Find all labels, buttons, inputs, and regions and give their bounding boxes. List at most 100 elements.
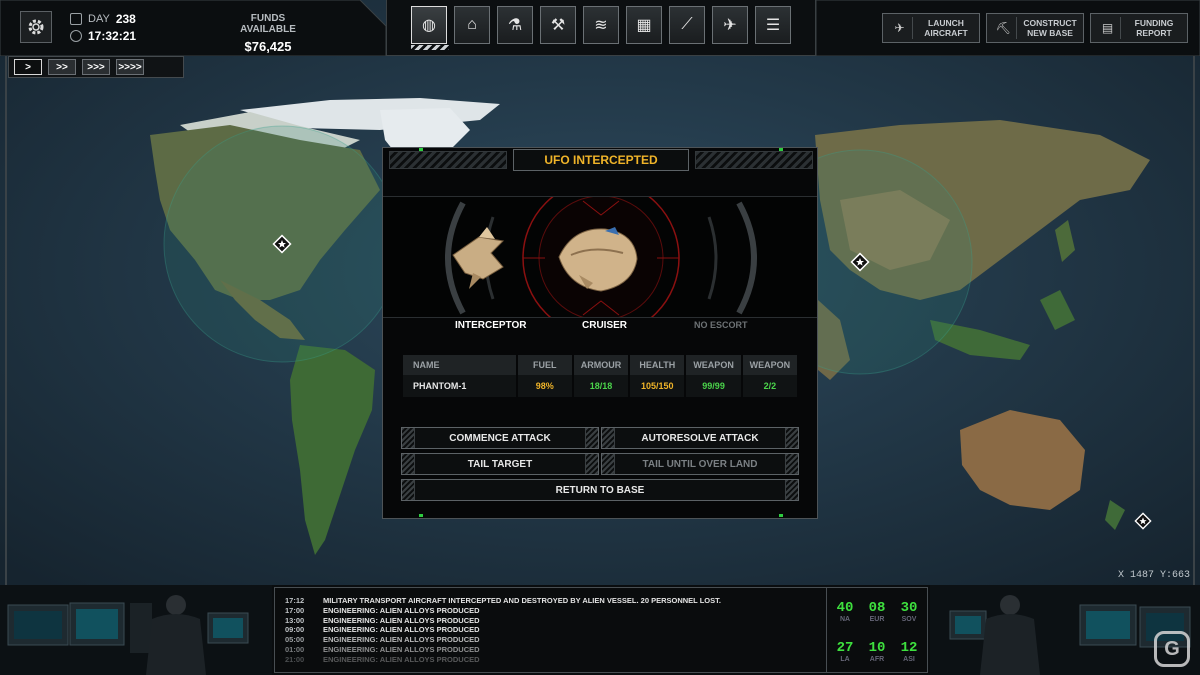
game-time: 17:32:21: [88, 28, 137, 43]
tab-engineering[interactable]: ⚒: [540, 6, 576, 44]
status-led: [779, 514, 783, 517]
tab-hangar[interactable]: ⌂: [454, 6, 490, 44]
target-label: CRUISER: [582, 320, 628, 331]
base-star-icon: [850, 252, 870, 272]
region-asi[interactable]: 12 ASI: [893, 640, 925, 663]
log-time: 05:00: [285, 635, 305, 645]
filing-cabinet-icon: ☰: [765, 17, 781, 34]
log-time: 13:00: [285, 615, 305, 625]
funding-report-button[interactable]: ▤ FUNDING REPORT: [1090, 13, 1188, 43]
tab-stores[interactable]: ▦: [626, 6, 662, 44]
log-entry: 05:00 ENGINEERING: ALIEN ALLOYS PRODUCED: [285, 635, 827, 645]
region-code: EUR: [869, 616, 885, 623]
log-time: 21:00: [285, 654, 305, 664]
escort-label: NO ESCORT: [694, 320, 748, 330]
speed-2-button[interactable]: >>: [48, 59, 76, 75]
log-message: ENGINEERING: ALIEN ALLOYS PRODUCED: [323, 635, 480, 645]
region-afr[interactable]: 10 AFR: [861, 640, 893, 663]
status-led: [779, 148, 783, 151]
jet-icon: ✈: [723, 17, 737, 34]
calendar-icon: [70, 12, 82, 25]
hangar-icon: ⌂: [467, 16, 477, 33]
region-value: 40: [836, 600, 854, 616]
table-header-row: NAME FUEL ARMOUR HEALTH WEAPON WEAPON: [403, 355, 797, 375]
log-message: MILITARY TRANSPORT AIRCRAFT INTERCEPTED …: [323, 596, 721, 605]
armour-value: 18/18: [573, 375, 629, 397]
status-led: [419, 148, 423, 151]
region-sov[interactable]: 30 SOV: [893, 600, 925, 623]
wrench-icon: ⚒: [550, 17, 566, 34]
region-value: 08: [868, 600, 886, 616]
funds-value: $76,425: [244, 39, 292, 54]
plane-takeoff-icon: ✈: [887, 17, 913, 39]
combat-scene: [383, 197, 817, 317]
log-entry: 09:00 ENGINEERING: ALIEN ALLOYS PRODUCED: [285, 625, 827, 635]
tab-reports[interactable]: ☰: [755, 6, 791, 44]
tab-geoscape[interactable]: ◍: [411, 6, 447, 44]
interceptor-label: INTERCEPTOR: [455, 320, 527, 331]
construct-base-label: CONSTRUCT NEW BASE: [1023, 18, 1077, 38]
base-marker-new-zealand[interactable]: [1134, 512, 1152, 530]
tail-target-button[interactable]: TAIL TARGET: [401, 453, 599, 475]
funding-report-label: FUNDING REPORT: [1134, 18, 1174, 38]
log-message: ENGINEERING: ALIEN ALLOYS PRODUCED: [323, 654, 480, 664]
region-value: 30: [900, 600, 918, 616]
main-nav: ◍ ⌂ ⚗ ⚒ ≋ ▦ ⟋ ✈ ☰: [386, 0, 816, 56]
construct-base-button[interactable]: ⛏ CONSTRUCT NEW BASE: [986, 13, 1084, 43]
region-eur[interactable]: 08 EUR: [861, 600, 893, 623]
autoresolve-attack-button[interactable]: AUTORESOLVE ATTACK: [601, 427, 799, 449]
crates-icon: ▦: [636, 17, 652, 34]
weapon1-value: 99/99: [686, 375, 741, 397]
region-code: LA: [840, 656, 850, 663]
left-operator-station: [0, 585, 272, 675]
column-header: FUEL: [517, 355, 572, 375]
tab-armory[interactable]: ⟋: [669, 6, 705, 44]
return-to-base-button[interactable]: RETURN TO BASE: [401, 479, 799, 501]
column-header: NAME: [403, 355, 516, 375]
launch-aircraft-button[interactable]: ✈ LAUNCH AIRCRAFT: [882, 13, 980, 43]
header-hatch-left: [389, 151, 507, 169]
globe-icon: ◍: [422, 17, 436, 34]
speed-3-button[interactable]: >>>: [82, 59, 110, 75]
log-message: ENGINEERING: ALIEN ALLOYS PRODUCED: [323, 605, 480, 615]
commence-attack-button[interactable]: COMMENCE ATTACK: [401, 427, 599, 449]
tail-until-over-land-button[interactable]: TAIL UNTIL OVER LAND: [601, 453, 799, 475]
log-entry: 17:12 MILITARY TRANSPORT AIRCRAFT INTERCE…: [285, 596, 827, 606]
speed-4-button[interactable]: >>>>: [116, 59, 144, 75]
launch-aircraft-label: LAUNCH AIRCRAFT: [924, 18, 968, 38]
speed-1-button[interactable]: >: [14, 59, 42, 75]
base-marker-north-america[interactable]: [272, 234, 292, 254]
region-value: 12: [900, 640, 918, 656]
region-code: SOV: [901, 616, 917, 623]
dialog-header: UFO INTERCEPTED: [383, 148, 817, 173]
tab-aircraft[interactable]: ✈: [712, 6, 748, 44]
tab-research[interactable]: ⚗: [497, 6, 533, 44]
tab-soldiers[interactable]: ≋: [583, 6, 619, 44]
region-code: ASI: [903, 656, 915, 663]
log-message: ENGINEERING: ALIEN ALLOYS PRODUCED: [323, 615, 480, 625]
active-tab-indicator: [411, 45, 449, 50]
region-la[interactable]: 27 LA: [829, 640, 861, 663]
settings-button[interactable]: [20, 11, 52, 43]
day-label: DAY: [88, 12, 110, 25]
log-time: 01:00: [285, 644, 305, 654]
base-marker-asia[interactable]: [850, 252, 870, 272]
top-bar: DAY 238 17:32:21 FUNDS AVAILABLE $76,425…: [0, 0, 1200, 56]
date-time-block: DAY 238 17:32:21: [70, 10, 136, 44]
health-value: 105/150: [630, 375, 685, 397]
column-header: WEAPON: [742, 355, 797, 375]
table-row[interactable]: PHANTOM-1 98% 18/18 105/150 99/99 2/2: [403, 375, 797, 397]
log-entry: 01:00 ENGINEERING: ALIEN ALLOYS PRODUCED: [285, 645, 827, 655]
region-na[interactable]: 40 NA: [829, 600, 861, 623]
base-star-icon: [1134, 512, 1152, 530]
cursor-coordinates: X 1487 Y:663: [1117, 570, 1190, 581]
rifle-icon: ⟋: [681, 16, 693, 33]
microscope-icon: ⚗: [507, 17, 523, 34]
log-message: ENGINEERING: ALIEN ALLOYS PRODUCED: [323, 625, 480, 635]
column-header: WEAPON: [686, 355, 741, 375]
status-led: [419, 514, 423, 517]
event-log[interactable]: 17:12 MILITARY TRANSPORT AIRCRAFT INTERCE…: [274, 587, 828, 673]
region-code: AFR: [869, 656, 885, 663]
clock-icon: [70, 29, 82, 42]
dialog-title: UFO INTERCEPTED: [513, 149, 689, 171]
